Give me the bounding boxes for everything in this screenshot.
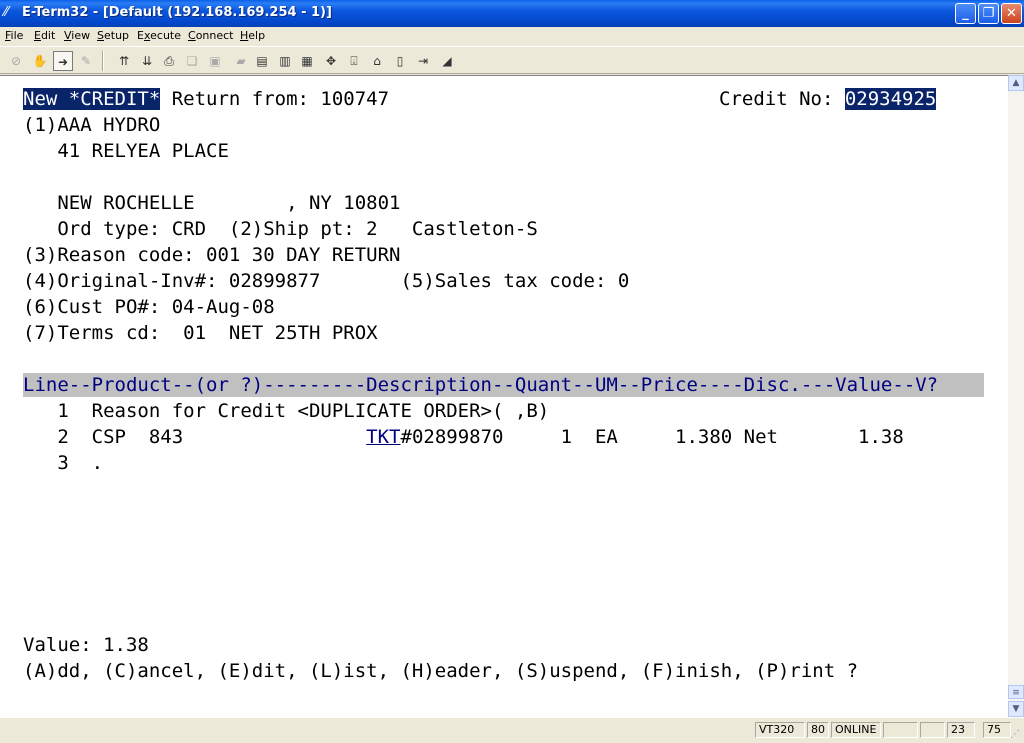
credit-title-line: New *CREDIT* Return from: 100747 (23, 88, 390, 110)
emulation-status: VT320 (755, 722, 805, 738)
tray-icon[interactable]: ⍗ (344, 51, 364, 71)
value-total: Value: 1.38 (23, 634, 149, 656)
status-bar: VT320 80 ONLINE 23 75 ⋰ (0, 717, 1024, 743)
page-icon[interactable]: ▤ (252, 51, 272, 71)
paste-icon[interactable]: ▣ (205, 51, 225, 71)
edit-icon[interactable]: ▰ (231, 51, 251, 71)
customer-po-line: (6)Cust PO#: 04-Aug-08 (23, 296, 275, 318)
download-icon[interactable]: ⇊ (137, 51, 157, 71)
command-prompt: (A)dd, (C)ancel, (E)dit, (L)ist, (H)eade… (23, 660, 859, 682)
table-row: 1 Reason for Credit <DUPLICATE ORDER>( ,… (23, 400, 550, 422)
document-icon[interactable]: ▯ (390, 51, 410, 71)
exit-icon[interactable]: ⇥ (413, 51, 433, 71)
customer-city: NEW ROCHELLE , NY 10801 (23, 192, 401, 214)
toolbar: ⊘ ✋ ➜ ✎ ⇈ ⇊ ⎙ ❏ ▣ ▰ ▤ ▥ ▦ ✥ ⍗ ⌂ ▯ ⇥ ◢ (0, 46, 1024, 74)
disconnect-icon[interactable]: ⊘ (6, 51, 26, 71)
credit-number[interactable]: 02934925 (844, 88, 937, 110)
menu-file[interactable]: File (5, 29, 23, 42)
cursor-row-status: 23 (947, 722, 975, 738)
terms-line: (7)Terms cd: 01 NET 25TH PROX (23, 322, 378, 344)
ticket-link[interactable]: TKT (366, 426, 400, 448)
menu-setup[interactable]: Setup (97, 29, 129, 42)
columns-status: 80 (807, 722, 829, 738)
app-icon: ⁄⁄ (4, 5, 9, 20)
scroll-down-icon[interactable]: ▼ (1008, 701, 1024, 717)
table-row: 2 CSP 843 TKT#02899870 1 EA 1.380 Net 1.… (23, 426, 904, 448)
columns-icon[interactable]: ▥ (275, 51, 295, 71)
numbers-icon[interactable]: ▦ (297, 51, 317, 71)
credit-title-highlight: New *CREDIT* (23, 88, 161, 110)
close-button[interactable]: ✕ (1001, 3, 1022, 24)
hand-icon[interactable]: ✋ (30, 51, 50, 71)
resize-grip-icon[interactable]: ⋰ (1010, 729, 1022, 741)
scroll-up-icon[interactable]: ▲ (1008, 75, 1024, 91)
minimize-button[interactable]: _ (955, 3, 976, 24)
copy-icon[interactable]: ❏ (182, 51, 202, 71)
cursor-col-status: 75 (983, 722, 1011, 738)
menu-view[interactable]: View (64, 29, 90, 42)
vertical-scrollbar[interactable]: ▲ ≡ ▼ (1008, 75, 1024, 717)
target-icon[interactable]: ✥ (321, 51, 341, 71)
folder-icon[interactable]: ⌂ (367, 51, 387, 71)
reason-code-line: (3)Reason code: 001 30 DAY RETURN (23, 244, 401, 266)
status-empty-1 (883, 722, 918, 738)
scroll-thumb[interactable]: ≡ (1008, 685, 1024, 699)
print-icon[interactable]: ⎙ (159, 51, 179, 71)
menu-help[interactable]: Help (240, 29, 265, 42)
logo-icon[interactable]: ◢ (437, 51, 457, 71)
order-type-line: Ord type: CRD (2)Ship pt: 2 Castleton-S (23, 218, 538, 240)
customer-address: 41 RELYEA PLACE (23, 140, 229, 162)
send-icon[interactable]: ✎ (76, 51, 96, 71)
restore-button[interactable]: ❐ (978, 3, 999, 24)
credit-number-line: Credit No: 02934925 (719, 88, 937, 110)
window-title: E-Term32 - [Default (192.168.169.254 - 1… (22, 5, 332, 20)
menu-connect[interactable]: Connect (188, 29, 234, 42)
customer-name: (1)AAA HYDRO (23, 114, 161, 136)
menu-bar: File Edit View Setup Execute Connect Hel… (0, 27, 1024, 45)
original-invoice-line: (4)Original-Inv#: 02899877 (5)Sales tax … (23, 270, 630, 292)
menu-edit[interactable]: Edit (34, 29, 55, 42)
menu-execute[interactable]: Execute (137, 29, 181, 42)
table-row: 3 . (23, 452, 104, 474)
title-bar: ⁄⁄ E-Term32 - [Default (192.168.169.254 … (0, 0, 1024, 27)
toolbar-separator (102, 51, 104, 71)
connect-icon[interactable]: ➜ (53, 51, 73, 71)
upload-icon[interactable]: ⇈ (114, 51, 134, 71)
connection-status: ONLINE (831, 722, 881, 738)
status-empty-2 (920, 722, 945, 738)
terminal-screen[interactable]: New *CREDIT* Return from: 100747 Credit … (0, 75, 1008, 717)
table-header: Line--Product--(or ?)---------Descriptio… (23, 374, 939, 396)
